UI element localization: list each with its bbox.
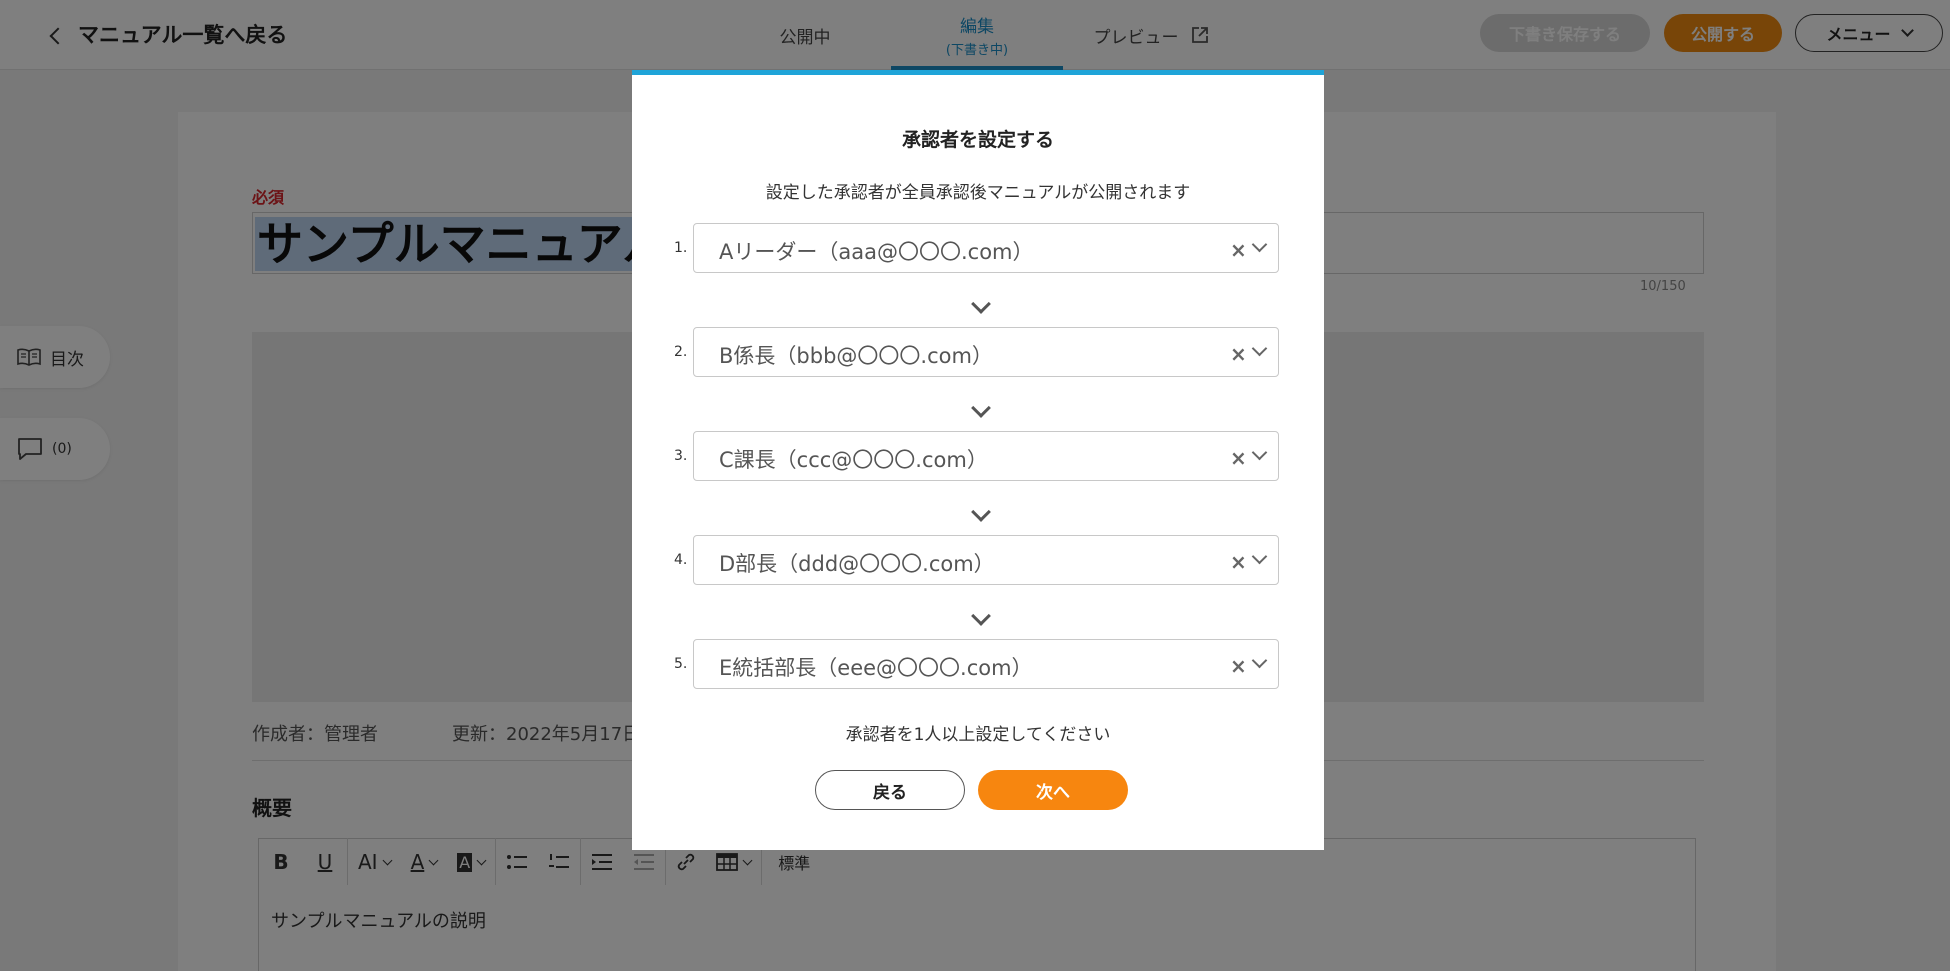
chevron-down-icon [971, 398, 991, 418]
approver-value: D部長（ddd@〇〇〇.com） [719, 552, 995, 576]
approver-number: 2. [674, 344, 688, 360]
clear-icon[interactable]: × [1230, 446, 1247, 470]
chevron-down-icon [971, 294, 991, 314]
approver-select-1[interactable]: Aリーダー（aaa@〇〇〇.com） × [693, 223, 1279, 273]
clear-icon[interactable]: × [1230, 238, 1247, 262]
approver-number: 3. [674, 448, 688, 464]
approver-value: C課長（ccc@〇〇〇.com） [719, 448, 988, 472]
approver-value: Aリーダー（aaa@〇〇〇.com） [719, 240, 1034, 264]
approver-select-5[interactable]: E統括部長（eee@〇〇〇.com） × [693, 639, 1279, 689]
chevron-down-icon[interactable] [1251, 652, 1268, 669]
approver-value: E統括部長（eee@〇〇〇.com） [719, 656, 1033, 680]
chevron-down-icon[interactable] [1251, 548, 1268, 565]
clear-icon[interactable]: × [1230, 342, 1247, 366]
approver-value: B係長（bbb@〇〇〇.com） [719, 344, 993, 368]
approver-number: 1. [674, 240, 688, 256]
approver-select-3[interactable]: C課長（ccc@〇〇〇.com） × [693, 431, 1279, 481]
next-button[interactable]: 次へ [978, 770, 1128, 810]
clear-icon[interactable]: × [1230, 654, 1247, 678]
approver-row: 4. D部長（ddd@〇〇〇.com） × [632, 535, 1324, 585]
approver-modal: 承認者を設定する 設定した承認者が全員承認後マニュアルが公開されます 1. Aリ… [632, 70, 1324, 850]
chevron-down-icon[interactable] [1251, 340, 1268, 357]
modal-description: 設定した承認者が全員承認後マニュアルが公開されます [765, 183, 1191, 203]
back-button[interactable]: 戻る [815, 770, 965, 810]
approver-number: 4. [674, 552, 688, 568]
approver-row: 1. Aリーダー（aaa@〇〇〇.com） × [632, 223, 1324, 273]
chevron-down-icon[interactable] [1251, 444, 1268, 461]
clear-icon[interactable]: × [1230, 550, 1247, 574]
chevron-down-icon [971, 606, 991, 626]
approver-note: 承認者を1人以上設定してください [845, 725, 1111, 745]
approver-select-2[interactable]: B係長（bbb@〇〇〇.com） × [693, 327, 1279, 377]
approver-row: 5. E統括部長（eee@〇〇〇.com） × [632, 639, 1324, 689]
modal-title: 承認者を設定する [901, 129, 1054, 151]
chevron-down-icon [971, 502, 991, 522]
approver-select-4[interactable]: D部長（ddd@〇〇〇.com） × [693, 535, 1279, 585]
approver-number: 5. [674, 656, 688, 672]
approver-row: 2. B係長（bbb@〇〇〇.com） × [632, 327, 1324, 377]
approver-row: 3. C課長（ccc@〇〇〇.com） × [632, 431, 1324, 481]
chevron-down-icon[interactable] [1251, 236, 1268, 253]
